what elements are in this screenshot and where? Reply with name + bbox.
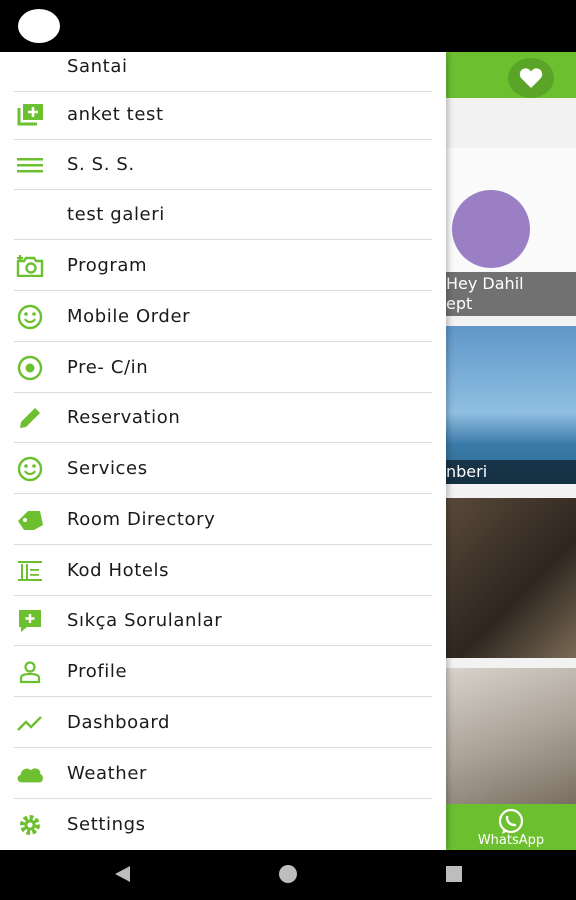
- menu-item-label: Weather: [67, 763, 147, 784]
- menu-item-reservation[interactable]: Reservation: [0, 393, 446, 443]
- divider: [14, 798, 432, 799]
- chat-plus-icon: [16, 608, 44, 634]
- menu-item-label: test galeri: [67, 204, 165, 225]
- menu-item-label: Kod Hotels: [67, 560, 170, 581]
- menu-item-label: Santai: [67, 56, 128, 77]
- card-caption: nberi: [440, 460, 576, 484]
- divider: [14, 341, 432, 342]
- card-caption: Hey Dahil ept: [440, 272, 576, 316]
- content-card[interactable]: nberi: [440, 326, 576, 484]
- divider: [14, 747, 432, 748]
- navigation-drawer: Santai anket test S. S. S. test galeri P…: [0, 52, 446, 850]
- target-icon: [16, 355, 44, 381]
- menu-item-label: Sıkça Sorulanlar: [67, 610, 223, 631]
- whatsapp-icon: [498, 808, 524, 834]
- lines-icon: [16, 152, 44, 178]
- cloud-icon: [16, 761, 44, 787]
- divider: [14, 493, 432, 494]
- card-caption-line: ept: [446, 294, 473, 313]
- person-icon: [16, 659, 44, 685]
- whatsapp-label: WhatsApp: [477, 833, 545, 848]
- menu-item-test-galeri[interactable]: test galeri: [0, 190, 446, 240]
- menu-item-dashboard[interactable]: Dashboard: [0, 698, 446, 748]
- menu-item-label: Room Directory: [67, 509, 216, 530]
- camera-add-icon: [16, 253, 44, 279]
- menu-item-services[interactable]: Services: [0, 444, 446, 494]
- system-nav-bar: [0, 850, 576, 900]
- menu-item-label: S. S. S.: [67, 154, 135, 175]
- menu-item-sss[interactable]: S. S. S.: [0, 140, 446, 190]
- camera-cutout: [18, 9, 60, 43]
- menu-item-label: Program: [67, 255, 148, 276]
- whatsapp-button[interactable]: WhatsApp: [446, 804, 576, 850]
- divider: [14, 442, 432, 443]
- menu-item-mobile-order[interactable]: Mobile Order: [0, 292, 446, 342]
- menu-item-label: Mobile Order: [67, 306, 191, 327]
- trending-icon: [16, 710, 44, 736]
- favorites-button[interactable]: [508, 58, 554, 98]
- heart-icon: [519, 68, 543, 88]
- menu-item-label: Dashboard: [67, 712, 171, 733]
- pencil-icon: [16, 405, 44, 431]
- menu-item-label: Pre- C/in: [67, 357, 149, 378]
- divider: [14, 544, 432, 545]
- content-card[interactable]: [440, 498, 576, 658]
- back-icon[interactable]: [112, 864, 132, 884]
- add-box-icon: [16, 102, 44, 128]
- gear-icon: [16, 812, 44, 838]
- menu-item-label: anket test: [67, 104, 164, 125]
- divider: [14, 645, 432, 646]
- divider: [14, 290, 432, 291]
- menu-item-sikca-sorulanlar[interactable]: Sıkça Sorulanlar: [0, 596, 446, 646]
- status-bar: [0, 0, 576, 52]
- menu-item-anket-test[interactable]: anket test: [0, 90, 446, 140]
- recents-icon[interactable]: [444, 864, 464, 884]
- home-icon[interactable]: [278, 864, 298, 884]
- menu-item-label: Reservation: [67, 407, 181, 428]
- menu-item-pre-checkin[interactable]: Pre- C/in: [0, 343, 446, 393]
- smiley-icon: [16, 456, 44, 482]
- menu-item-program[interactable]: Program: [0, 241, 446, 291]
- menu-item-label: Settings: [67, 814, 146, 835]
- menu-item-profile[interactable]: Profile: [0, 647, 446, 697]
- divider: [14, 239, 432, 240]
- menu-item-room-directory[interactable]: Room Directory: [0, 495, 446, 545]
- divider: [14, 696, 432, 697]
- tag-icon: [16, 507, 44, 533]
- menu-item-settings[interactable]: Settings: [0, 800, 446, 850]
- card-caption-line: Hey Dahil: [446, 274, 524, 293]
- content-card[interactable]: Hey Dahil ept: [440, 148, 576, 316]
- menu-item-label: Profile: [67, 661, 128, 682]
- app-screen: Hey Dahil ept nberi zmetler WhatsApp San…: [0, 52, 576, 850]
- menu-item-weather[interactable]: Weather: [0, 749, 446, 799]
- building-icon: [16, 558, 44, 584]
- menu-item-label: Services: [67, 458, 148, 479]
- menu-item-kod-hotels[interactable]: Kod Hotels: [0, 546, 446, 596]
- menu-item-santai[interactable]: Santai: [0, 52, 446, 92]
- logo-image: [452, 190, 530, 268]
- smiley-icon: [16, 304, 44, 330]
